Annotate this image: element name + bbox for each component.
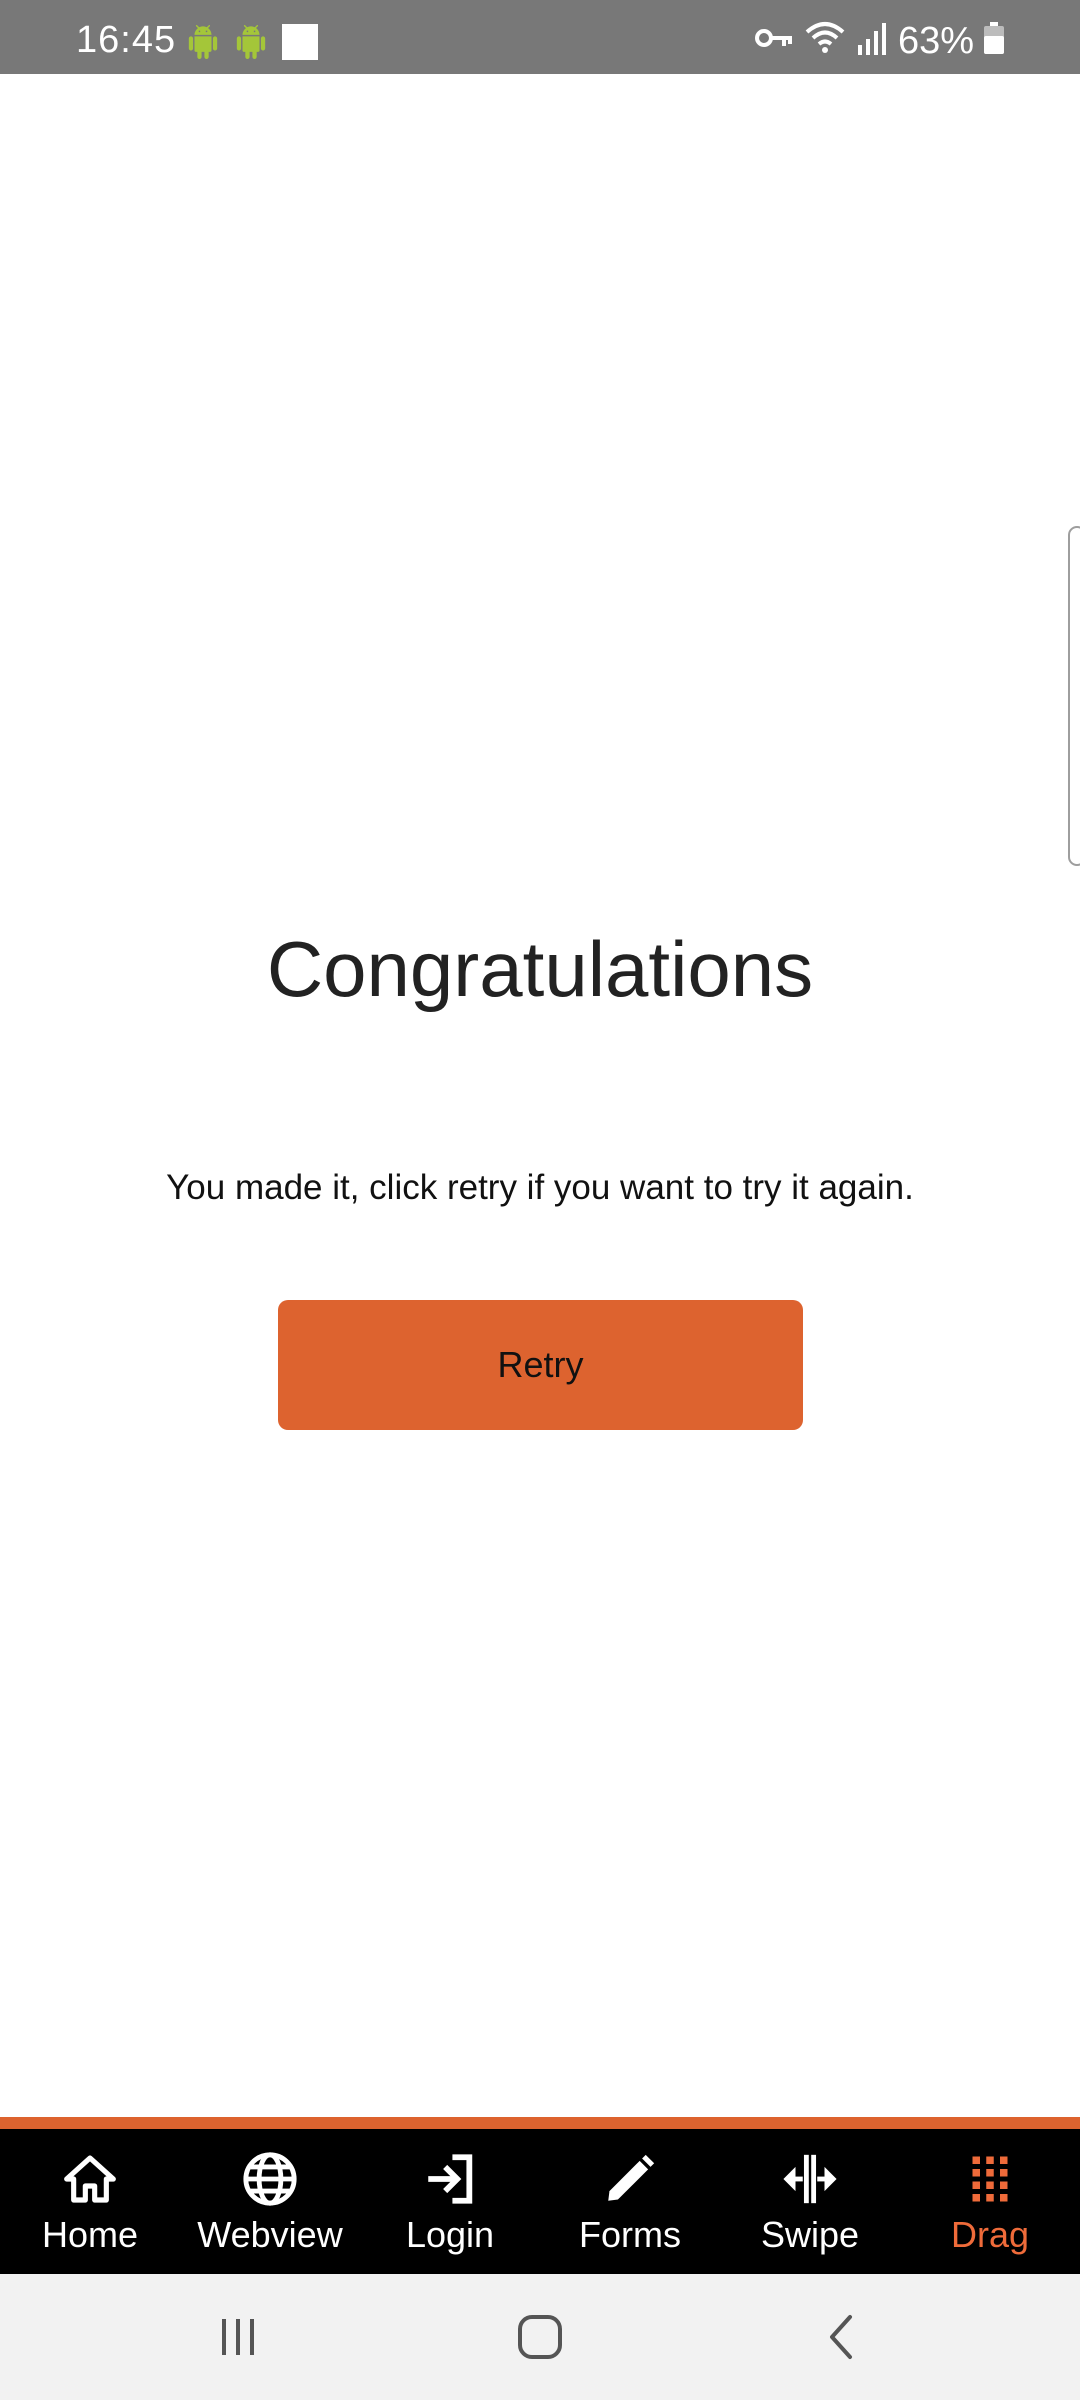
congratulations-message: You made it, click retry if you want to … [166,1168,914,1207]
signal-icon [856,21,888,60]
main-content: Congratulations You made it, click retry… [0,74,1080,2117]
swipe-icon [780,2149,840,2209]
tab-swipe[interactable]: Swipe [720,2129,900,2274]
battery-icon [984,22,1004,59]
login-icon [420,2149,480,2209]
home-icon [60,2149,120,2209]
system-nav-bar [0,2274,1080,2400]
tab-label: Home [41,2214,139,2255]
pencil-icon [600,2149,660,2209]
square-notification-icon [282,24,318,65]
drag-grid-icon [960,2149,1020,2209]
page-title: Congratulations [266,925,814,1013]
bottom-tab-bar: Home Webview Login Forms Swipe Drag [0,2129,1080,2274]
retry-button[interactable]: Retry [278,1300,803,1430]
android-icon [234,25,268,64]
tab-label: Forms [579,2214,681,2255]
recent-apps-icon[interactable] [198,2304,278,2370]
tab-label: Drag [950,2214,1030,2255]
status-bar: 16:45 63% [0,0,1080,74]
globe-icon [240,2149,300,2209]
status-notification-icons [186,24,318,65]
edge-panel-handle[interactable] [1068,526,1080,866]
back-icon[interactable] [802,2304,882,2370]
battery-percent: 63% [897,19,974,62]
status-system-icons: 63% [754,20,1004,61]
tab-home[interactable]: Home [0,2129,180,2274]
key-icon [754,23,794,58]
status-time: 16:45 [76,19,177,61]
tab-bar-accent-line [0,2117,1080,2129]
tab-forms[interactable]: Forms [540,2129,720,2274]
tab-login[interactable]: Login [360,2129,540,2274]
tab-label: Swipe [760,2214,860,2255]
home-nav-icon[interactable] [500,2304,580,2370]
tab-webview[interactable]: Webview [180,2129,360,2274]
wifi-icon [804,20,846,61]
android-icon [186,25,220,64]
tab-label: Webview [197,2214,343,2255]
tab-drag[interactable]: Drag [900,2129,1080,2274]
tab-label: Login [405,2214,495,2255]
